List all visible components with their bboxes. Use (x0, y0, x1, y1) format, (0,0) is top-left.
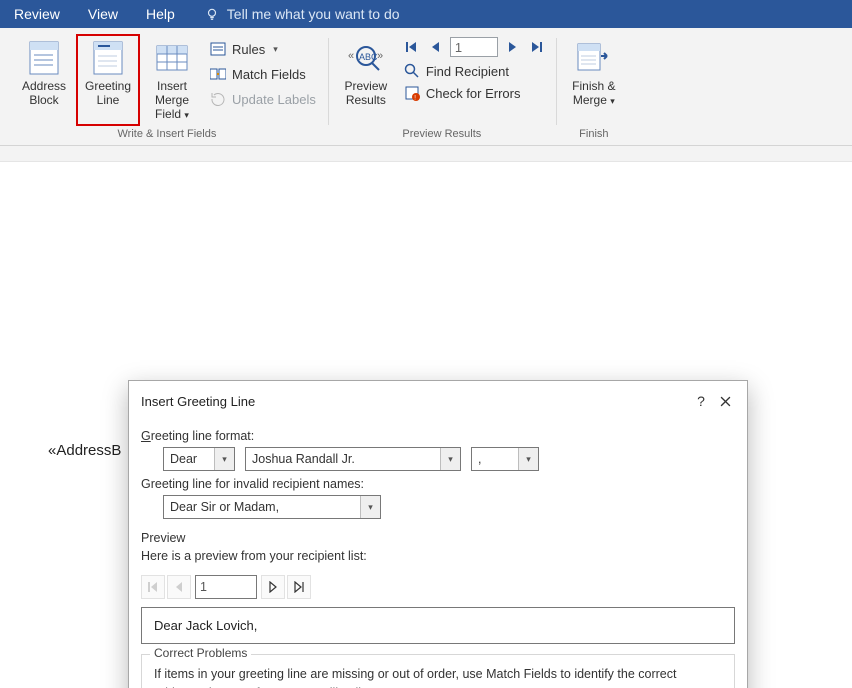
prev-record-icon[interactable] (426, 37, 446, 57)
lightbulb-icon (205, 7, 219, 21)
greeting-line-format-label: Greeting line format: (141, 423, 735, 447)
greeting-line-label: Greeting Line (80, 80, 136, 108)
rules-button[interactable]: Rules▾ (204, 38, 322, 60)
preview-nav (141, 567, 735, 607)
preview-results-button[interactable]: «ABC» PreviewResults (334, 34, 398, 126)
svg-text:«: « (348, 50, 354, 62)
name-format-select[interactable]: Joshua Randall Jr. ▾ (245, 447, 461, 471)
address-block-label: Address Block (16, 80, 72, 108)
match-fields-icon (210, 66, 226, 82)
tell-me-label: Tell me what you want to do (227, 6, 400, 22)
chevron-down-icon: ▾ (518, 448, 538, 470)
close-icon (720, 396, 731, 407)
greeting-line-button[interactable]: Greeting Line (76, 34, 140, 126)
greeting-line-icon (90, 40, 126, 76)
preview-prev-button (167, 575, 191, 599)
next-record-icon[interactable] (502, 37, 522, 57)
group-label-preview: Preview Results (402, 128, 481, 143)
last-record-icon[interactable] (526, 37, 546, 57)
preview-record-input[interactable] (195, 575, 257, 599)
correct-problems-help: If items in your greeting line are missi… (154, 665, 722, 688)
chevron-down-icon: ▾ (360, 496, 380, 518)
match-fields-ribbon-button[interactable]: Match Fields (204, 63, 322, 85)
group-label-finish: Finish (579, 128, 608, 143)
group-write-insert: Address Block Greeting Line Insert Merge… (6, 34, 328, 143)
check-errors-icon: ! (404, 85, 420, 101)
group-preview-results: «ABC» PreviewResults (328, 34, 556, 143)
insert-greeting-line-dialog: Insert Greeting Line ? Greeting line for… (128, 380, 748, 688)
preview-hint: Here is a preview from your recipient li… (141, 549, 735, 567)
chevron-down-icon: ▾ (440, 448, 460, 470)
chevron-down-icon: ▾ (214, 448, 234, 470)
record-navigation (398, 34, 550, 60)
update-labels-button: Update Labels (204, 88, 322, 110)
tab-help[interactable]: Help (132, 0, 189, 28)
find-recipient-icon (404, 63, 420, 79)
tab-review[interactable]: Review (0, 0, 74, 28)
check-errors-button[interactable]: ! Check for Errors (398, 82, 550, 104)
update-labels-icon (210, 91, 226, 107)
insert-merge-field-button[interactable]: Insert MergeField ▾ (140, 34, 204, 126)
address-block-button[interactable]: Address Block (12, 34, 76, 126)
finish-merge-icon (576, 40, 612, 76)
record-number-input[interactable] (450, 37, 498, 57)
preview-last-button[interactable] (287, 575, 311, 599)
invalid-names-label: Greeting line for invalid recipient name… (141, 471, 735, 495)
preview-first-button (141, 575, 165, 599)
preview-text-box: Dear Jack Lovich, (141, 607, 735, 644)
rules-icon (210, 41, 226, 57)
preview-label: Preview (141, 519, 735, 549)
punctuation-select[interactable]: , ▾ (471, 447, 539, 471)
dialog-help-button[interactable]: ? (689, 389, 713, 413)
first-record-icon[interactable] (402, 37, 422, 57)
merge-field-addressblock: «AddressB (48, 442, 121, 459)
invalid-greeting-select[interactable]: Dear Sir or Madam, ▾ (163, 495, 381, 519)
ribbon: Address Block Greeting Line Insert Merge… (0, 28, 852, 146)
group-label-write-insert: Write & Insert Fields (118, 128, 217, 143)
preview-next-button[interactable] (261, 575, 285, 599)
correct-problems-group: Correct Problems If items in your greeti… (141, 654, 735, 688)
address-block-icon (26, 40, 62, 76)
dialog-title: Insert Greeting Line (141, 394, 689, 409)
salutation-select[interactable]: Dear ▾ (163, 447, 235, 471)
group-finish: Finish &Merge ▾ Finish (556, 34, 632, 143)
dialog-close-button[interactable] (713, 389, 737, 413)
insert-merge-field-icon (154, 40, 190, 76)
tab-view[interactable]: View (74, 0, 132, 28)
correct-problems-label: Correct Problems (150, 646, 251, 660)
preview-results-icon: « ABC» (348, 40, 384, 76)
ribbon-tabs: Review View Help Tell me what you want t… (0, 0, 852, 28)
find-recipient-button[interactable]: Find Recipient (398, 60, 550, 82)
document-area: «AddressB Insert Greeting Line ? Greetin… (0, 146, 852, 688)
finish-merge-button[interactable]: Finish &Merge ▾ (562, 34, 626, 126)
tell-me-search[interactable]: Tell me what you want to do (195, 6, 400, 22)
svg-text:»: » (377, 50, 383, 62)
svg-text:ABC: ABC (359, 52, 378, 62)
